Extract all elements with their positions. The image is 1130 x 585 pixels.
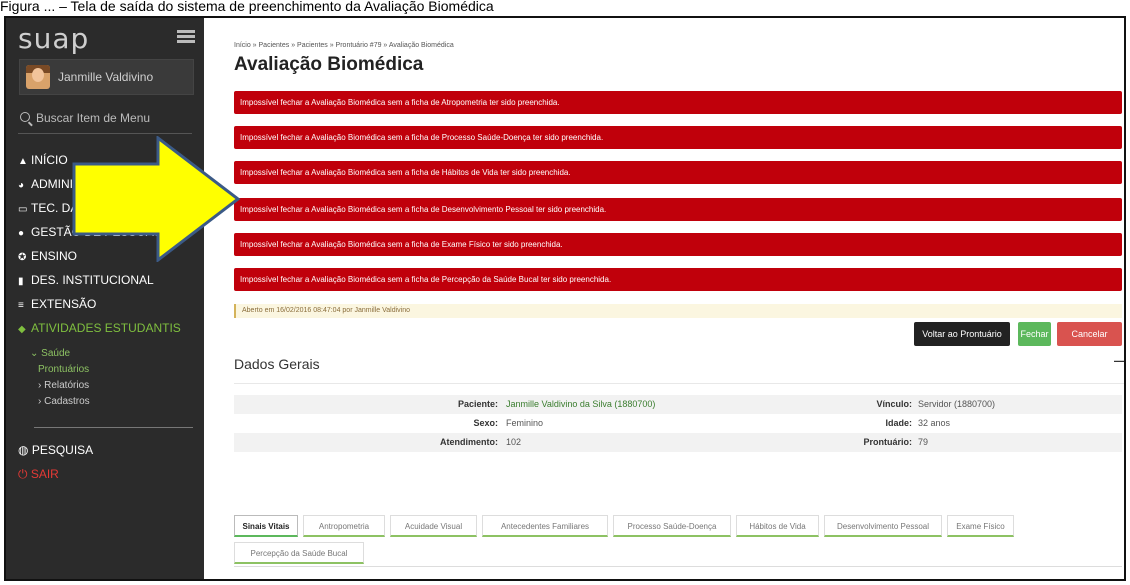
tab-percepcao-saude-bucal[interactable]: Percepção da Saúde Bucal bbox=[234, 542, 364, 564]
menu-item-atividades-estudantis[interactable]: ◆ ATIVIDADES ESTUDANTIS bbox=[18, 316, 198, 340]
alert-error: Impossível fechar a Avaliação Biomédica … bbox=[234, 198, 1122, 221]
menu-item-des-institucional[interactable]: ▮ DES. INSTITUCIONAL bbox=[18, 268, 198, 292]
list-icon: ≡ bbox=[18, 300, 24, 311]
monitor-icon: ▭ bbox=[18, 204, 28, 215]
badge-icon: ✪ bbox=[18, 252, 27, 263]
submenu-divider bbox=[34, 427, 193, 428]
sex-label: Sexo: bbox=[473, 418, 498, 428]
menu-item-sair[interactable]: ⏻ SAIR bbox=[18, 462, 93, 486]
back-to-record-button[interactable]: Voltar ao Prontuário bbox=[914, 322, 1010, 346]
menu-item-pesquisa[interactable]: ◍ PESQUISA bbox=[18, 438, 93, 462]
main-content: Início » Pacientes » Pacientes » Prontuá… bbox=[204, 18, 1124, 579]
tab-antropometria[interactable]: Antropometria bbox=[303, 515, 385, 537]
menu-search[interactable]: Buscar Item de Menu bbox=[20, 111, 150, 125]
age-label: Idade: bbox=[885, 418, 912, 428]
avatar bbox=[26, 65, 50, 89]
bar-chart-icon: ▮ bbox=[18, 276, 24, 287]
detail-row: Sexo: Feminino Idade: 32 anos bbox=[234, 414, 1122, 433]
user-box[interactable]: Janmille Valdivino bbox=[19, 59, 194, 95]
tab-antecedentes-familiares[interactable]: Antecedentes Familiares bbox=[482, 515, 608, 537]
globe-icon: ◍ bbox=[18, 443, 29, 457]
collapse-icon[interactable]: – bbox=[1114, 350, 1124, 371]
alert-error: Impossível fechar a Avaliação Biomédica … bbox=[234, 233, 1122, 256]
page-title: Avaliação Biomédica bbox=[234, 54, 424, 75]
vinculo-value: Servidor (1880700) bbox=[918, 399, 996, 409]
detail-row: Atendimento: 102 Prontuário: 79 bbox=[234, 433, 1122, 452]
home-icon: ▲ bbox=[18, 156, 28, 167]
cancel-button[interactable]: Cancelar bbox=[1057, 322, 1122, 346]
tab-exame-fisico[interactable]: Exame Físico bbox=[947, 515, 1014, 537]
patient-details: Paciente: Janmille Valdivino da Silva (1… bbox=[234, 395, 1122, 452]
app-logo[interactable]: suap bbox=[18, 22, 89, 55]
menu-toggle-icon[interactable] bbox=[177, 30, 195, 43]
graduation-cap-icon: ◆ bbox=[18, 324, 26, 335]
submenu: ⌄ Saúde Prontuários › Relatórios › Cadas… bbox=[30, 346, 90, 410]
user-icon: ● bbox=[18, 228, 25, 239]
breadcrumb[interactable]: Início » Pacientes » Pacientes » Prontuá… bbox=[234, 42, 454, 49]
power-icon: ⏻ bbox=[18, 467, 28, 481]
search-placeholder: Buscar Item de Menu bbox=[36, 111, 151, 125]
tab-content-divider bbox=[234, 566, 1122, 567]
section-divider bbox=[234, 383, 1124, 384]
menu-item-extensao[interactable]: ≡ EXTENSÃO bbox=[18, 292, 198, 316]
chevron-down-icon: ⌄ bbox=[30, 348, 42, 359]
tab-habitos-de-vida[interactable]: Hábitos de Vida bbox=[736, 515, 819, 537]
alert-error: Impossível fechar a Avaliação Biomédica … bbox=[234, 91, 1122, 114]
tab-processo-saude-doenca[interactable]: Processo Saúde-Doença bbox=[613, 515, 731, 537]
alert-error: Impossível fechar a Avaliação Biomédica … bbox=[234, 126, 1122, 149]
alert-error: Impossível fechar a Avaliação Biomédica … bbox=[234, 161, 1122, 184]
sidebar: suap Janmille Valdivino Buscar Item de M… bbox=[6, 18, 204, 579]
record-label: Prontuário: bbox=[863, 437, 913, 447]
tab-desenvolvimento-pessoal[interactable]: Desenvolvimento Pessoal bbox=[824, 515, 942, 537]
pie-chart-icon: ◕ bbox=[18, 180, 25, 191]
tab-sinais-vitais[interactable]: Sinais Vitais bbox=[234, 515, 298, 537]
opened-info: Aberto em 16/02/2016 08:47:04 por Janmil… bbox=[234, 304, 1122, 318]
patient-label: Paciente: bbox=[457, 399, 498, 409]
alert-error: Impossível fechar a Avaliação Biomédica … bbox=[234, 268, 1122, 291]
vinculo-label: Vínculo: bbox=[876, 399, 913, 409]
submenu-cadastros[interactable]: › Cadastros bbox=[30, 394, 90, 410]
yellow-arrow-annotation bbox=[72, 136, 241, 262]
secondary-menu: ◍ PESQUISA ⏻ SAIR bbox=[18, 438, 93, 486]
detail-row: Paciente: Janmille Valdivino da Silva (1… bbox=[234, 395, 1122, 414]
search-icon bbox=[20, 112, 30, 122]
record-value: 79 bbox=[918, 437, 929, 447]
tab-acuidade-visual[interactable]: Acuidade Visual bbox=[390, 515, 477, 537]
patient-link[interactable]: Janmille Valdivino da Silva (1880700) bbox=[506, 399, 655, 409]
screenshot-frame: suap Janmille Valdivino Buscar Item de M… bbox=[4, 16, 1126, 581]
attendance-value: 102 bbox=[506, 437, 522, 447]
submenu-prontuarios[interactable]: Prontuários bbox=[30, 362, 90, 378]
section-title: Dados Gerais bbox=[234, 356, 320, 372]
close-button[interactable]: Fechar bbox=[1018, 322, 1051, 346]
attendance-label: Atendimento: bbox=[440, 437, 498, 447]
search-divider bbox=[18, 133, 192, 134]
submenu-relatorios[interactable]: › Relatórios bbox=[30, 378, 90, 394]
age-value: 32 anos bbox=[918, 418, 951, 428]
sex-value: Feminino bbox=[506, 418, 544, 428]
user-name: Janmille Valdivino bbox=[58, 70, 154, 84]
submenu-saude[interactable]: ⌄ Saúde bbox=[30, 346, 90, 362]
